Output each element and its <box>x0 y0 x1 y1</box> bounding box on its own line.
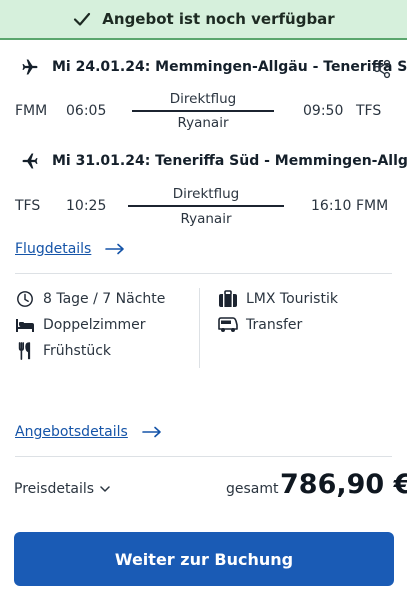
details-vertical-divider <box>199 288 200 368</box>
transfer-info: Transfer <box>218 316 302 334</box>
price-divider <box>15 456 392 457</box>
outbound-flight-row: FMM 06:05 Direktflug Ryanair 09:50 TFS <box>0 90 407 131</box>
outbound-flight-header: Mi 24.01.24: Memmingen-Allgäu - Teneriff… <box>20 57 407 77</box>
room-info: Doppelzimmer <box>15 316 146 334</box>
transfer-text: Transfer <box>246 317 303 333</box>
outbound-departure-time: 06:05 <box>66 103 107 119</box>
continue-to-booking-button[interactable]: Weiter zur Buchung <box>14 532 394 586</box>
outbound-arrival-time: 09:50 <box>303 103 344 119</box>
price-details-toggle[interactable]: Preisdetails <box>14 481 110 497</box>
board-info: Frühstück <box>15 342 111 360</box>
outbound-airline: Ryanair <box>177 115 229 131</box>
inbound-from-code: TFS <box>15 198 41 214</box>
arrow-right-icon <box>105 243 125 255</box>
outbound-from-code: FMM <box>15 103 48 119</box>
flight-details-label: Flugdetails <box>15 241 92 257</box>
total-label: gesamt <box>226 481 279 497</box>
inbound-flight-row: TFS 10:25 Direktflug Ryanair 16:10 FMM <box>0 184 407 227</box>
total-price: 786,90 € <box>280 469 407 500</box>
inbound-arrival-time: 16:10 <box>311 198 352 214</box>
duration-info: 8 Tage / 7 Nächte <box>15 290 165 308</box>
cutlery-icon <box>18 342 31 360</box>
board-text: Frühstück <box>43 343 111 359</box>
offer-details-label: Angebotsdetails <box>15 424 128 440</box>
suitcase-icon <box>219 290 237 307</box>
bus-icon <box>218 317 238 332</box>
plane-departure-icon <box>22 59 38 75</box>
outbound-route-line <box>132 110 274 112</box>
clock-icon <box>17 291 33 307</box>
inbound-departure-time: 10:25 <box>66 198 107 214</box>
operator-info: LMX Touristik <box>218 290 338 308</box>
plane-return-icon <box>22 153 38 169</box>
room-text: Doppelzimmer <box>43 317 146 333</box>
inbound-flight-type: Direktflug <box>172 186 240 202</box>
inbound-route-line <box>128 205 284 207</box>
banner-text: Angebot ist noch verfügbar <box>102 10 335 28</box>
section-divider <box>15 273 392 274</box>
operator-text: LMX Touristik <box>246 291 338 307</box>
inbound-flight-title: Mi 31.01.24: Teneriffa Süd - Memmingen-A… <box>52 153 407 169</box>
inbound-airline: Ryanair <box>180 211 232 227</box>
inbound-flight-header: Mi 31.01.24: Teneriffa Süd - Memmingen-A… <box>20 151 407 171</box>
outbound-flight-title: Mi 24.01.24: Memmingen-Allgäu - Teneriff… <box>52 59 407 75</box>
outbound-to-code: TFS <box>356 103 382 119</box>
offer-details-link[interactable]: Angebotsdetails <box>15 424 162 440</box>
inbound-to-code: FMM <box>356 198 389 214</box>
flight-details-link[interactable]: Flugdetails <box>15 241 125 257</box>
duration-text: 8 Tage / 7 Nächte <box>43 291 166 307</box>
bed-icon <box>16 319 34 332</box>
price-details-label: Preisdetails <box>14 481 95 497</box>
check-icon <box>74 12 91 26</box>
arrow-right-icon <box>142 426 161 438</box>
chevron-down-icon <box>100 486 110 492</box>
share-icon[interactable] <box>372 59 392 79</box>
outbound-flight-type: Direktflug <box>169 91 237 107</box>
availability-banner: Angebot ist noch verfügbar <box>0 0 407 40</box>
